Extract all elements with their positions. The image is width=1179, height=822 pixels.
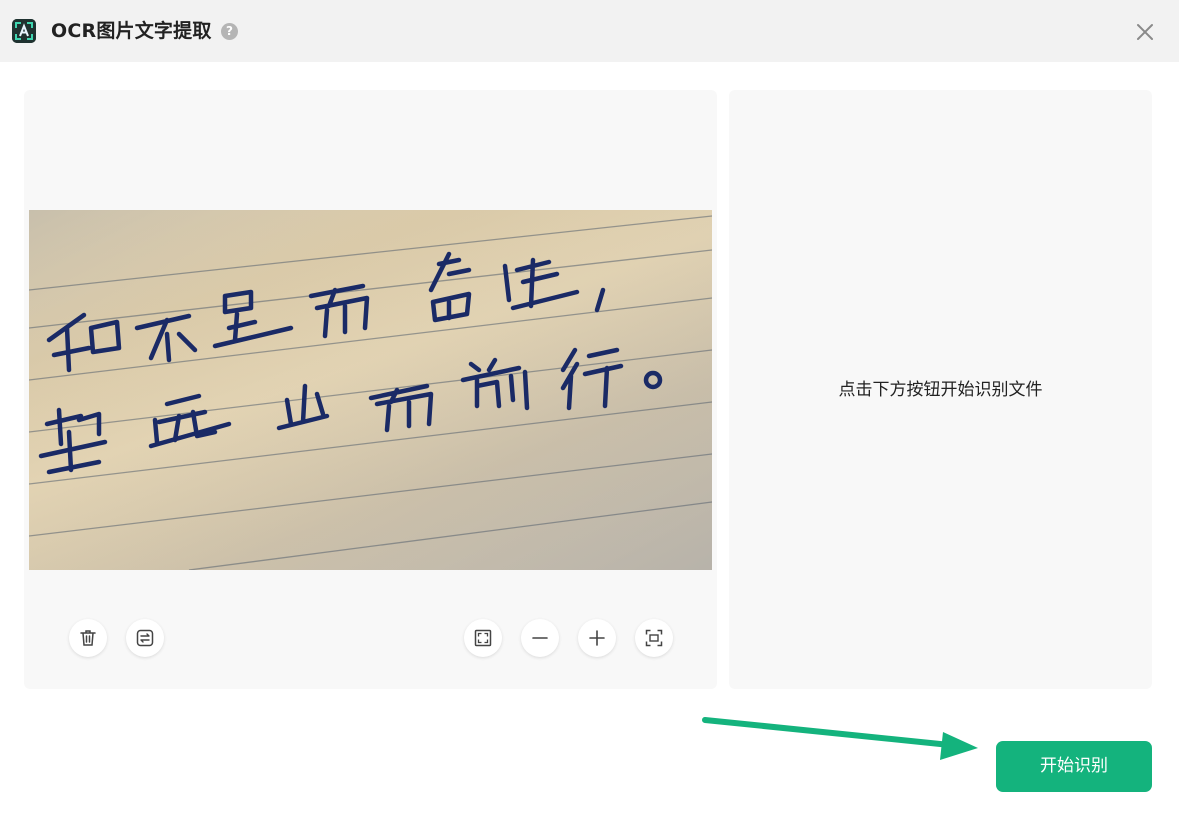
ocr-app-logo-icon [12, 19, 36, 43]
close-icon[interactable] [1134, 21, 1156, 43]
zoom-in-button[interactable] [578, 619, 616, 657]
fit-screen-icon [474, 629, 492, 647]
fit-screen-button[interactable] [464, 619, 502, 657]
replace-image-button[interactable] [126, 619, 164, 657]
result-panel: 点击下方按钮开始识别文件 [729, 90, 1152, 689]
scan-icon [645, 629, 663, 647]
scan-area-button[interactable] [635, 619, 673, 657]
zoom-out-icon [532, 637, 548, 639]
help-circle-icon[interactable]: ? [221, 23, 238, 40]
swap-icon [136, 629, 154, 647]
window-title: OCR图片文字提取 [51, 20, 212, 42]
pointer-arrow-icon [702, 717, 978, 760]
zoom-in-icon [589, 630, 605, 646]
zoom-out-button[interactable] [521, 619, 559, 657]
start-recognition-button[interactable]: 开始识别 [996, 741, 1152, 792]
result-hint-text: 点击下方按钮开始识别文件 [838, 380, 1043, 400]
delete-image-button[interactable] [69, 619, 107, 657]
title-bar: OCR图片文字提取 ? [0, 0, 1179, 62]
trash-icon [80, 630, 96, 646]
uploaded-image[interactable] [29, 210, 712, 570]
image-preview-panel [24, 90, 717, 689]
